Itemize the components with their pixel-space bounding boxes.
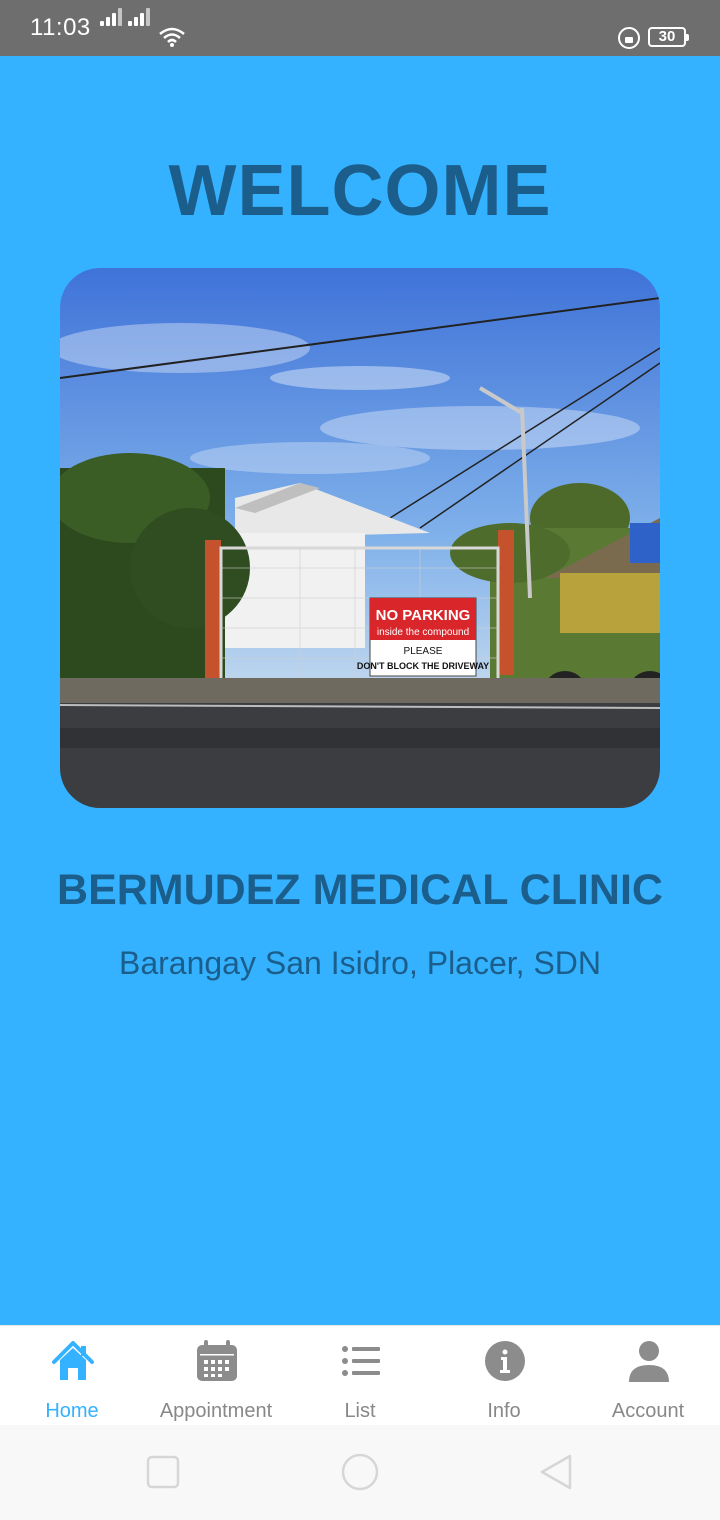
nav-info-label: Info	[487, 1400, 521, 1422]
nav-info[interactable]: Info	[432, 1326, 576, 1426]
info-icon	[485, 1341, 525, 1381]
clinic-address: Barangay San Isidro, Placer, SDN	[118, 945, 601, 981]
system-navigation-bar	[0, 1425, 720, 1520]
sign-please: PLEASE	[404, 646, 443, 657]
recent-apps-button[interactable]	[146, 1455, 180, 1489]
bottom-navigation: Home Appointment List Info Account	[0, 1325, 720, 1425]
list-icon	[342, 1346, 380, 1376]
sign-compound: inside the compound	[377, 627, 469, 638]
wifi-icon	[159, 27, 185, 47]
account-icon	[629, 1341, 669, 1382]
back-button[interactable]	[538, 1453, 574, 1491]
status-bar: 11:03 30	[0, 0, 720, 56]
clinic-name: BERMUDEZ MEDICAL CLINIC	[57, 866, 663, 914]
sign-driveway: DON'T BLOCK THE DRIVEWAY	[357, 661, 489, 671]
home-icon	[52, 1341, 94, 1380]
home-button[interactable]	[340, 1452, 380, 1492]
nav-list-label: List	[344, 1400, 376, 1422]
nav-list[interactable]: List	[288, 1326, 432, 1426]
battery-indicator: 30	[648, 27, 689, 47]
nav-account-label: Account	[611, 1400, 685, 1422]
nav-account[interactable]: Account	[576, 1326, 720, 1426]
sign-no-parking: NO PARKING	[376, 607, 471, 624]
nav-home[interactable]: Home	[0, 1326, 144, 1426]
rotation-lock-icon	[618, 27, 640, 49]
welcome-heading: WELCOME	[168, 151, 552, 231]
status-time: 11:03	[30, 14, 91, 41]
nav-appointment[interactable]: Appointment	[144, 1326, 288, 1426]
nav-home-label: Home	[45, 1400, 99, 1422]
clinic-photo: NO PARKING inside the compound PLEASE DO…	[60, 268, 660, 808]
nav-appointment-label: Appointment	[159, 1400, 273, 1422]
calendar-icon	[197, 1340, 237, 1381]
